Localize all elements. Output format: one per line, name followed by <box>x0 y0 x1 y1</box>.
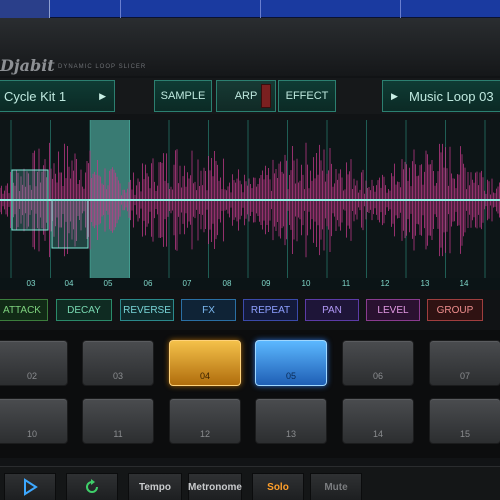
effect-buttons-row: ATTACK DECAY REVERSE FX REPEAT PAN LEVEL… <box>0 296 500 324</box>
effect-label: EFFECT <box>285 90 329 102</box>
envelope-box <box>51 199 89 249</box>
sample-label: SAMPLE <box>160 90 206 102</box>
reverse-button[interactable]: REVERSE <box>120 299 174 321</box>
waveform-svg <box>0 120 500 290</box>
slice-tick-label: 11 <box>341 279 351 288</box>
arp-tab[interactable]: ARP <box>216 80 276 112</box>
play-button[interactable] <box>4 473 56 500</box>
arp-indicator <box>261 84 271 108</box>
waveform-display[interactable]: 03 04 05 06 07 08 09 10 11 12 13 14 <box>0 120 500 290</box>
slice-tick-label: 06 <box>143 279 153 288</box>
pad-06[interactable]: 06 <box>342 340 414 386</box>
slice-tick-label: 14 <box>459 279 469 288</box>
timeline-divider <box>260 0 261 18</box>
slice-tick-label: 04 <box>64 279 74 288</box>
slice-tick-label: 09 <box>261 279 271 288</box>
slice-tick-label: 08 <box>222 279 232 288</box>
slice-tick-label: 05 <box>103 279 113 288</box>
pad-05-selected[interactable]: 05 <box>255 340 327 386</box>
timeline-start-segment <box>0 0 50 18</box>
loop-label: Music Loop 03 <box>409 88 494 104</box>
transport-bar: Tempo Metronome Solo Mute <box>0 466 500 500</box>
pan-button[interactable]: PAN <box>305 299 359 321</box>
chevron-right-icon: ▶ <box>99 90 106 101</box>
title-bar: Djabit DYNAMIC LOOP SLICER <box>0 18 500 76</box>
attack-button[interactable]: ATTACK <box>0 299 48 321</box>
effect-tab[interactable]: EFFECT <box>278 80 336 112</box>
pad-10[interactable]: 10 <box>0 398 68 444</box>
pad-07[interactable]: 07 <box>429 340 500 386</box>
tempo-button[interactable]: Tempo <box>128 473 182 500</box>
kit-label: Cycle Kit 1 <box>4 88 67 104</box>
arp-label: ARP <box>234 90 258 102</box>
play-icon <box>24 478 38 496</box>
loop-button[interactable] <box>66 473 118 500</box>
slice-tick-label: 07 <box>182 279 192 288</box>
app-brand: Djabit <box>0 56 55 75</box>
metronome-button[interactable]: Metronome <box>188 473 242 500</box>
mute-button[interactable]: Mute <box>310 473 362 500</box>
slice-tick-label: 03 <box>26 279 36 288</box>
group-button[interactable]: GROUP <box>427 299 483 321</box>
slice-tick-label: 12 <box>380 279 390 288</box>
pad-12[interactable]: 12 <box>169 398 241 444</box>
pad-04-active[interactable]: 04 <box>169 340 241 386</box>
kit-selector-button[interactable]: Cycle Kit 1 ▶ <box>0 80 115 112</box>
pad-13[interactable]: 13 <box>255 398 327 444</box>
control-row: Cycle Kit 1 ▶ SAMPLE ARP EFFECT ▶ Music … <box>0 78 500 114</box>
repeat-button[interactable]: REPEAT <box>243 299 298 321</box>
app-brand-subtitle: DYNAMIC LOOP SLICER <box>58 64 147 70</box>
pad-02[interactable]: 02 <box>0 340 68 386</box>
loop-selector-button[interactable]: ▶ Music Loop 03 <box>382 80 500 112</box>
pad-11[interactable]: 11 <box>82 398 154 444</box>
envelope-box <box>11 169 49 231</box>
pad-14[interactable]: 14 <box>342 398 414 444</box>
timeline-divider <box>120 0 121 18</box>
timeline-strip[interactable] <box>0 0 500 18</box>
chevron-right-icon: ▶ <box>391 90 398 101</box>
level-button[interactable]: LEVEL <box>366 299 420 321</box>
decay-button[interactable]: DECAY <box>56 299 112 321</box>
slice-tick-label: 13 <box>420 279 430 288</box>
sample-tab[interactable]: SAMPLE <box>154 80 212 112</box>
solo-button[interactable]: Solo <box>252 473 304 500</box>
slice-tick-label: 10 <box>301 279 311 288</box>
fx-button[interactable]: FX <box>181 299 236 321</box>
loop-icon <box>86 479 98 493</box>
pad-grid: 02 03 04 05 06 07 10 11 12 13 14 15 <box>0 330 500 458</box>
pad-03[interactable]: 03 <box>82 340 154 386</box>
timeline-divider <box>400 0 401 18</box>
pad-15[interactable]: 15 <box>429 398 500 444</box>
